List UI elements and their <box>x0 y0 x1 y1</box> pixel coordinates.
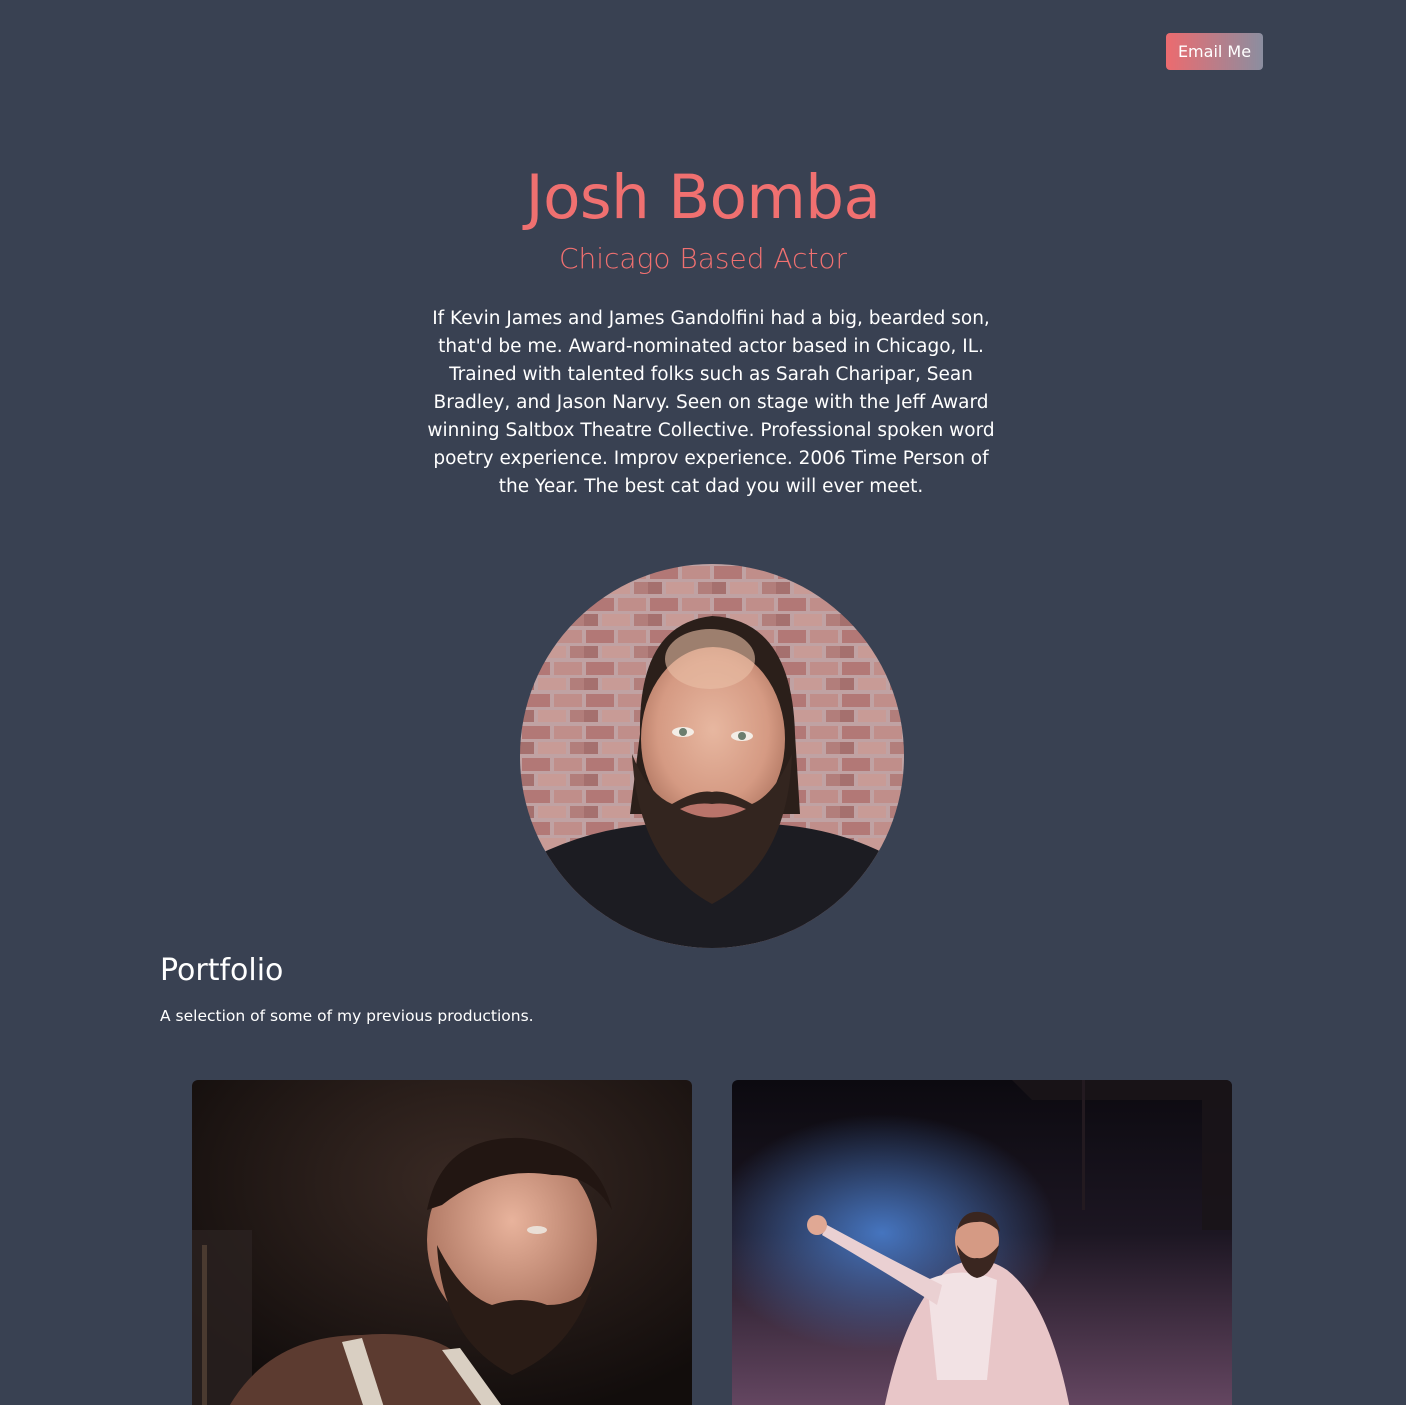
portfolio-description: A selection of some of my previous produ… <box>160 1007 534 1025</box>
page-title: Josh Bomba <box>525 162 881 233</box>
bio-text: If Kevin James and James Gandolfini had … <box>427 308 995 497</box>
page: Email Me Josh Bomba Chicago Based Actor … <box>0 0 1406 1405</box>
profile-photo <box>520 564 904 948</box>
portfolio-heading: Portfolio <box>160 953 284 988</box>
portfolio-card[interactable] <box>732 1080 1232 1405</box>
page-subtitle: Chicago Based Actor <box>558 242 848 275</box>
production-photo <box>732 1080 1232 1405</box>
portfolio-card[interactable] <box>192 1080 692 1405</box>
production-photo <box>192 1080 692 1405</box>
email-me-button[interactable]: Email Me <box>1166 33 1263 70</box>
